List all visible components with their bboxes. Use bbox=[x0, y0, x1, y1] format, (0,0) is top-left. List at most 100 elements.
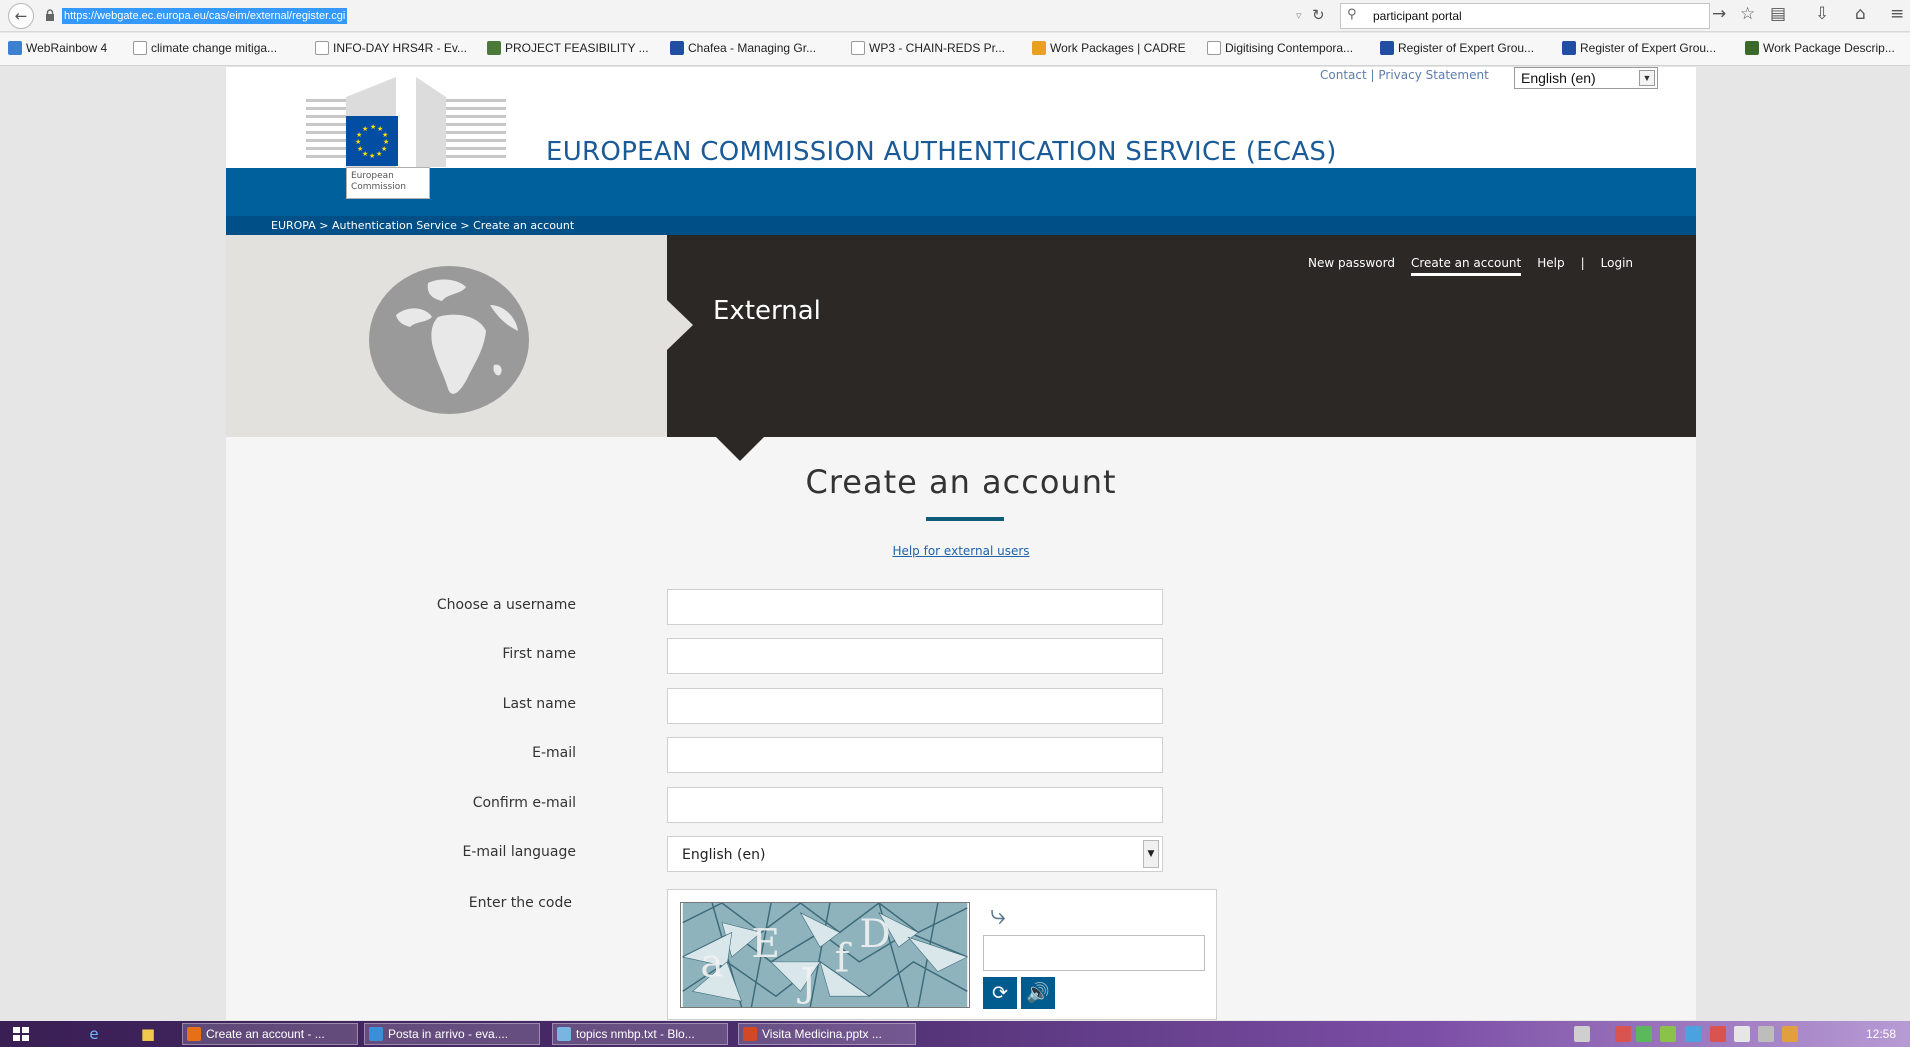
blank-page-icon bbox=[851, 41, 865, 55]
url-dropdown-icon[interactable]: ▿ bbox=[1296, 9, 1302, 22]
bookmark-item[interactable]: WebRainbow 4 bbox=[8, 41, 107, 55]
taskbar: e ■ Create an account - ... Posta in arr… bbox=[0, 1021, 1910, 1047]
bookmark-label: Work Packages | CADRE bbox=[1050, 41, 1186, 55]
first-name-row: First name bbox=[226, 638, 1696, 674]
bookmark-label: climate change mitiga... bbox=[151, 41, 278, 55]
flag-tray-icon[interactable] bbox=[1734, 1026, 1750, 1042]
app-tray-icon[interactable] bbox=[1636, 1026, 1652, 1042]
nav-help[interactable]: Help bbox=[1537, 256, 1564, 273]
privacy-statement-link[interactable]: Privacy Statement bbox=[1378, 68, 1488, 82]
svg-text:★: ★ bbox=[355, 138, 361, 146]
email-language-label: E-mail language bbox=[462, 844, 576, 860]
email-language-select[interactable]: English (en) ▼ bbox=[667, 836, 1163, 872]
reading-list-icon[interactable]: ▤ bbox=[1770, 4, 1786, 24]
captcha-image: a EJfD bbox=[680, 902, 970, 1008]
bookmark-item[interactable]: PROJECT FEASIBILITY ... bbox=[487, 41, 649, 55]
task-firefox[interactable]: Create an account - ... bbox=[182, 1023, 358, 1045]
bookmark-item[interactable]: Register of Expert Grou... bbox=[1380, 41, 1534, 55]
last-name-input[interactable] bbox=[667, 688, 1163, 724]
contact-link[interactable]: Contact bbox=[1320, 68, 1367, 82]
refresh-captcha-icon[interactable]: ⟳ bbox=[983, 977, 1017, 1009]
app-tray-icon[interactable] bbox=[1710, 1026, 1726, 1042]
email-language-row: E-mail language English (en) ▼ bbox=[226, 836, 1696, 872]
bookmark-label: Register of Expert Grou... bbox=[1398, 41, 1535, 55]
title-underline bbox=[926, 517, 1004, 521]
ecas-page: Contact | Privacy Statement English (en)… bbox=[226, 67, 1696, 1020]
search-value: participant portal bbox=[1373, 9, 1462, 23]
search-icon: ⚲ bbox=[1347, 7, 1357, 22]
username-label: Choose a username bbox=[436, 597, 576, 613]
menu-icon[interactable]: ≡ bbox=[1890, 4, 1904, 24]
last-name-label: Last name bbox=[502, 696, 576, 712]
top-header: Contact | Privacy Statement English (en)… bbox=[226, 67, 1696, 168]
nav-login[interactable]: Login bbox=[1601, 256, 1633, 273]
first-name-input[interactable] bbox=[667, 638, 1163, 674]
breadcrumb-separator: > bbox=[460, 219, 470, 232]
svg-text:★: ★ bbox=[357, 145, 363, 153]
volume-tray-icon[interactable] bbox=[1782, 1026, 1798, 1042]
back-button[interactable]: ← bbox=[8, 3, 34, 29]
captcha-input[interactable] bbox=[983, 935, 1205, 971]
help-external-users-link[interactable]: Help for external users bbox=[226, 544, 1696, 558]
lock-icon bbox=[46, 9, 54, 21]
keyboard-tray-icon[interactable] bbox=[1574, 1026, 1590, 1042]
task-chrome[interactable]: Posta in arrivo - eva.... bbox=[364, 1023, 540, 1045]
star-icon[interactable]: ☆ bbox=[1740, 4, 1755, 24]
captcha-arrow-icon: ⤷ bbox=[990, 898, 1006, 931]
chevron-down-icon: ▼ bbox=[1143, 840, 1159, 868]
email-input[interactable] bbox=[667, 737, 1163, 773]
url-bar[interactable]: https://webgate.ec.europa.eu/cas/eim/ext… bbox=[62, 8, 348, 24]
reload-icon[interactable]: ↻ bbox=[1312, 6, 1325, 24]
z-icon bbox=[487, 41, 501, 55]
bookmark-item[interactable]: climate change mitiga... bbox=[133, 41, 277, 55]
blank-page-icon bbox=[133, 41, 147, 55]
task-powerpoint[interactable]: Visita Medicina.pptx ... bbox=[738, 1023, 916, 1045]
internet-explorer-icon[interactable]: e bbox=[84, 1024, 104, 1044]
hero-nav: New password Create an account Help | Lo… bbox=[1308, 256, 1649, 276]
svg-text:★: ★ bbox=[369, 152, 375, 160]
bookmark-item[interactable]: Work Package Descrip... bbox=[1745, 41, 1895, 55]
notepad-icon bbox=[557, 1027, 571, 1041]
bookmark-label: Chafea - Managing Gr... bbox=[688, 41, 817, 55]
hero-pointer bbox=[716, 437, 764, 461]
go-arrow-icon[interactable]: → bbox=[1712, 4, 1726, 24]
language-select[interactable]: English (en) ▼ bbox=[1514, 67, 1658, 89]
eu-flag-icon bbox=[1562, 41, 1576, 55]
breadcrumb-item[interactable]: EUROPA bbox=[271, 219, 316, 232]
network-tray-icon[interactable] bbox=[1758, 1026, 1774, 1042]
username-input[interactable] bbox=[667, 589, 1163, 625]
audio-captcha-icon[interactable]: 🔊 bbox=[1021, 977, 1055, 1009]
eu-flag-icon: ★ ★★★★★★★★★★★ bbox=[346, 116, 398, 166]
chrome-icon bbox=[369, 1027, 383, 1041]
file-explorer-icon[interactable]: ■ bbox=[138, 1024, 158, 1044]
bookmark-item[interactable]: Chafea - Managing Gr... bbox=[670, 41, 816, 55]
hero-notch bbox=[667, 300, 693, 350]
search-input[interactable]: ⚲ participant portal bbox=[1340, 3, 1710, 29]
task-label: Visita Medicina.pptx ... bbox=[762, 1027, 882, 1041]
bookmark-item[interactable]: Work Packages | CADRE bbox=[1032, 41, 1186, 55]
breadcrumb-item[interactable]: Authentication Service bbox=[332, 219, 457, 232]
task-notepad[interactable]: topics nmbp.txt - Blo... bbox=[552, 1023, 728, 1045]
bookmark-label: Work Package Descrip... bbox=[1763, 41, 1895, 55]
bookmark-item[interactable]: Register of Expert Grou... bbox=[1562, 41, 1716, 55]
app-tray-icon[interactable] bbox=[1685, 1026, 1701, 1042]
powerpoint-icon bbox=[743, 1027, 757, 1041]
brand-band bbox=[226, 168, 1696, 216]
app-tray-icon[interactable] bbox=[1660, 1026, 1676, 1042]
download-icon[interactable]: ⇩ bbox=[1815, 4, 1829, 24]
nav-new-password[interactable]: New password bbox=[1308, 256, 1395, 273]
home-icon[interactable]: ⌂ bbox=[1855, 4, 1866, 24]
bookmark-item[interactable]: INFO-DAY HRS4R - Ev... bbox=[315, 41, 467, 55]
task-label: topics nmbp.txt - Blo... bbox=[576, 1027, 695, 1041]
app-tray-icon[interactable] bbox=[1615, 1026, 1631, 1042]
nav-create-account[interactable]: Create an account bbox=[1410, 256, 1522, 276]
breadcrumb: EUROPA > Authentication Service > Create… bbox=[226, 216, 1696, 235]
bookmark-label: Register of Expert Grou... bbox=[1580, 41, 1717, 55]
email-row: E-mail bbox=[226, 737, 1696, 773]
confirm-email-input[interactable] bbox=[667, 787, 1163, 823]
windows-start-icon[interactable] bbox=[12, 1025, 30, 1043]
hero-label: External bbox=[713, 296, 821, 326]
blank-page-icon bbox=[315, 41, 329, 55]
bookmark-item[interactable]: Digitising Contempora... bbox=[1207, 41, 1353, 55]
bookmark-item[interactable]: WP3 - CHAIN-REDS Pr... bbox=[851, 41, 1005, 55]
